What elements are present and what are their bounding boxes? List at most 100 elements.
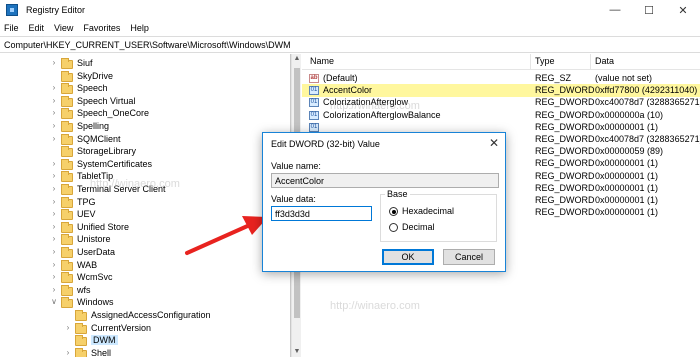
column-divider[interactable] <box>530 54 531 70</box>
tree-item[interactable]: › Speech_OneCore <box>0 107 290 120</box>
collapse-chevron-icon[interactable]: ∨ <box>50 297 58 307</box>
hexadecimal-radio[interactable] <box>389 207 398 216</box>
value-data: 0x00000001 (1) <box>595 158 659 169</box>
scroll-down-icon[interactable]: ▼ <box>292 347 302 357</box>
menu-bar: File Edit View Favorites Help <box>0 20 700 36</box>
tree-item-label: AssignedAccessConfiguration <box>91 310 211 320</box>
tree-item[interactable]: › Speech Virtual <box>0 95 290 108</box>
watermark: http://winaero.com <box>330 100 420 112</box>
tree-item[interactable]: › TPG <box>0 196 290 209</box>
tree-item-label: WcmSvc <box>77 272 113 283</box>
value-type: REG_DWORD <box>535 85 595 96</box>
expand-chevron-icon[interactable]: › <box>50 260 58 270</box>
menu-view[interactable]: View <box>54 23 73 33</box>
value-name: AccentColor <box>323 85 373 96</box>
value-data-label: Value data: <box>271 194 316 204</box>
tree-item[interactable]: AssignedAccessConfiguration <box>0 309 290 322</box>
tree-item[interactable]: ∨ Windows <box>0 296 290 309</box>
expand-chevron-icon[interactable]: › <box>50 234 58 244</box>
expand-chevron-icon[interactable]: › <box>50 171 58 181</box>
ok-button[interactable]: OK <box>382 249 434 265</box>
folder-icon <box>61 184 73 195</box>
folder-icon <box>61 272 73 284</box>
tree-item[interactable]: › UEV <box>0 208 290 221</box>
value-type: REG_DWORD <box>535 170 595 181</box>
column-type-header[interactable]: Type <box>535 56 555 66</box>
cancel-button[interactable]: Cancel <box>443 249 495 265</box>
menu-help[interactable]: Help <box>130 23 149 33</box>
binary-value-icon: 01 <box>309 98 319 108</box>
expand-chevron-icon[interactable]: › <box>50 247 58 257</box>
tree-item[interactable]: › CurrentVersion <box>0 322 290 335</box>
column-name-header[interactable]: Name <box>310 56 334 66</box>
tree-item-label: wfs <box>77 284 91 295</box>
expand-chevron-icon[interactable]: › <box>50 134 58 144</box>
expand-chevron-icon[interactable]: › <box>64 323 72 333</box>
tree-item[interactable]: › WAB <box>0 259 290 272</box>
tree-item-label: Speech_OneCore <box>77 108 150 119</box>
menu-file[interactable]: File <box>4 23 19 33</box>
hexadecimal-label[interactable]: Hexadecimal <box>402 206 454 216</box>
expand-chevron-icon[interactable]: › <box>50 197 58 207</box>
value-data: 0x00000059 (89) <box>595 146 664 157</box>
expand-chevron-icon[interactable]: › <box>64 348 72 357</box>
decimal-radio[interactable] <box>389 223 398 232</box>
expand-chevron-icon[interactable]: › <box>50 121 58 131</box>
tree-item[interactable]: › Shell <box>0 347 290 357</box>
dialog-close-icon[interactable]: ✕ <box>489 136 499 150</box>
tree-item[interactable]: SkyDrive <box>0 70 290 83</box>
tree-item[interactable]: › WcmSvc <box>0 271 290 284</box>
tree-item-label: WAB <box>77 259 98 270</box>
expand-chevron-icon[interactable]: › <box>50 285 58 295</box>
binary-value-icon: 01 <box>309 86 319 96</box>
tree-item[interactable]: › SQMClient <box>0 133 290 146</box>
value-type: REG_DWORD <box>535 158 595 169</box>
expand-chevron-icon[interactable]: › <box>50 184 58 194</box>
folder-icon <box>61 83 73 95</box>
value-type: REG_DWORD <box>535 195 595 205</box>
expand-chevron-icon[interactable]: › <box>50 108 58 118</box>
scroll-up-icon[interactable]: ▲ <box>292 54 302 64</box>
expand-chevron-icon[interactable]: › <box>50 272 58 282</box>
close-button[interactable]: ✕ <box>666 0 700 20</box>
tree-item[interactable]: StorageLibrary <box>0 145 290 158</box>
folder-icon <box>61 70 73 82</box>
value-row[interactable]: ab (Default) REG_SZ (value not set) <box>302 72 700 85</box>
tree-item[interactable]: › Siuf <box>0 57 290 70</box>
tree-item-label: Speech Virtual <box>77 95 136 106</box>
value-name-field[interactable]: AccentColor <box>271 173 499 188</box>
folder-icon <box>61 284 73 296</box>
folder-icon <box>75 310 87 321</box>
tree-item[interactable]: › Spelling <box>0 120 290 133</box>
tree-item[interactable]: › UserData <box>0 246 290 259</box>
tree-item[interactable]: › Speech <box>0 82 290 95</box>
menu-favorites[interactable]: Favorites <box>83 23 120 33</box>
menu-edit[interactable]: Edit <box>29 23 45 33</box>
tree-item[interactable]: › wfs <box>0 284 290 297</box>
decimal-label[interactable]: Decimal <box>402 222 435 232</box>
watermark: http://winaero.com <box>90 178 180 190</box>
expand-chevron-icon[interactable]: › <box>50 83 58 93</box>
value-data: 0xc40078d7 (3288365271) <box>595 134 700 144</box>
address-bar[interactable]: Computer\HKEY_CURRENT_USER\Software\Micr… <box>0 36 700 53</box>
value-name-label: Value name: <box>271 161 321 171</box>
expand-chevron-icon[interactable]: › <box>50 209 58 219</box>
column-divider[interactable] <box>590 54 591 70</box>
dialog-title: Edit DWORD (32-bit) Value <box>271 139 380 149</box>
maximize-button[interactable]: ☐ <box>632 0 666 20</box>
value-type: REG_SZ <box>535 73 572 83</box>
folder-icon <box>61 259 73 271</box>
minimize-button[interactable]: — <box>598 0 632 20</box>
expand-chevron-icon[interactable]: › <box>50 159 58 169</box>
value-data-field[interactable]: ff3d3d3d <box>271 206 372 221</box>
expand-chevron-icon[interactable]: › <box>50 58 58 68</box>
tree-item[interactable]: › Unified Store <box>0 221 290 234</box>
column-data-header[interactable]: Data <box>595 56 614 66</box>
value-row[interactable]: 01 AccentColor REG_DWORD 0xffd77800 (429231… <box>302 84 700 98</box>
tree-item[interactable]: › SystemCertificates <box>0 158 290 171</box>
tree-item[interactable]: DWM <box>0 334 290 347</box>
expand-chevron-icon[interactable]: › <box>50 96 58 106</box>
tree-item[interactable]: › Unistore <box>0 233 290 246</box>
tree-item-label: UEV <box>77 209 96 220</box>
expand-chevron-icon[interactable]: › <box>50 222 58 232</box>
